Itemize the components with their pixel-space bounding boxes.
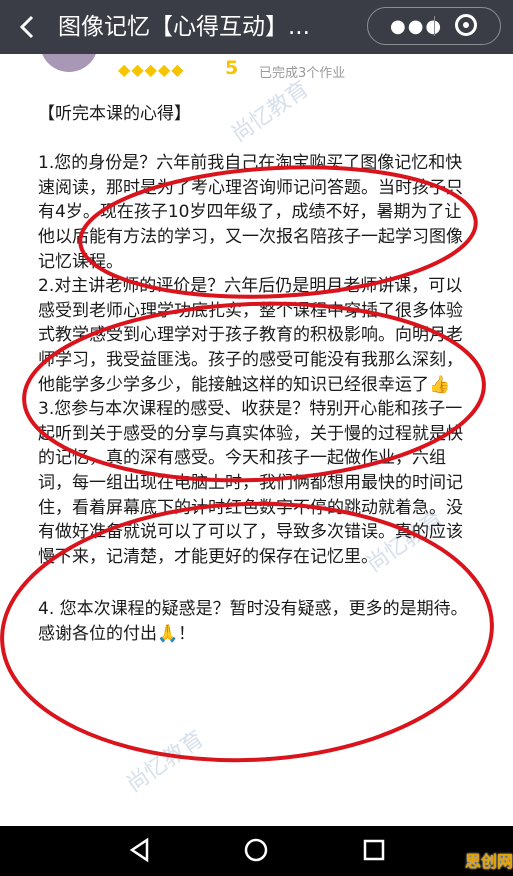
completion-status: 已完成3个作业 xyxy=(259,66,346,81)
post-body: 【听完本课的心得】 1.您的身份是？六年前我自己在淘宝购买了图像记忆和快速阅读，… xyxy=(38,102,478,646)
close-circle-icon[interactable] xyxy=(455,14,477,36)
triangle-back-icon[interactable] xyxy=(127,837,153,863)
answer-paragraph: 2.对主讲老师的评价是？六年后仍是明月老师讲课，可以感受到老师心理学功底扎实，整… xyxy=(38,276,463,395)
answer-paragraph: 1.您的身份是？六年前我自己在淘宝购买了图像记忆和快速阅读，那时是为了考心理咨询… xyxy=(38,153,463,272)
page-title: 图像记忆【心得互动】... xyxy=(58,14,310,40)
star-icon: ◆ xyxy=(144,60,158,79)
more-dots-icon[interactable]: ●●● xyxy=(390,16,443,37)
post-heading: 【听完本课的心得】 xyxy=(38,104,191,124)
star-icon: ◆ xyxy=(118,60,132,79)
post-content: ◆◆◆◆◆ 5 已完成3个作业 尚忆教育 尚忆教育 尚忆教育 【听完本课的心得】… xyxy=(0,54,513,826)
corner-logo: 思创网 xyxy=(465,852,513,871)
chevron-left-icon[interactable] xyxy=(16,12,42,42)
square-recent-icon[interactable] xyxy=(361,837,387,863)
star-icon: ◆ xyxy=(157,60,172,79)
title-bar: 图像记忆【心得互动】... ●●● xyxy=(0,0,513,54)
watermark: 尚忆教育 xyxy=(122,726,209,798)
star-icon: ◆ xyxy=(171,60,185,79)
avatar[interactable] xyxy=(40,54,98,72)
circle-home-icon[interactable] xyxy=(243,837,269,863)
answer-paragraph: 3.您参与本次课程的感受、收获是？特别开心能和孩子一起听到关于感受的分享与真实体… xyxy=(38,399,463,567)
answer-paragraph: 4. 您本次课程的疑惑是？暂时没有疑惑，更多的是期待。感谢各位的付出🙏！ xyxy=(38,599,468,644)
star-icon: ◆ xyxy=(131,60,145,79)
miniprogram-capsule: ●●● xyxy=(367,7,501,45)
rating-stars: ◆◆◆◆◆ xyxy=(118,60,185,79)
system-navigation-bar xyxy=(0,826,513,876)
capsule-divider xyxy=(434,16,435,36)
rating-score: 5 xyxy=(225,57,239,79)
